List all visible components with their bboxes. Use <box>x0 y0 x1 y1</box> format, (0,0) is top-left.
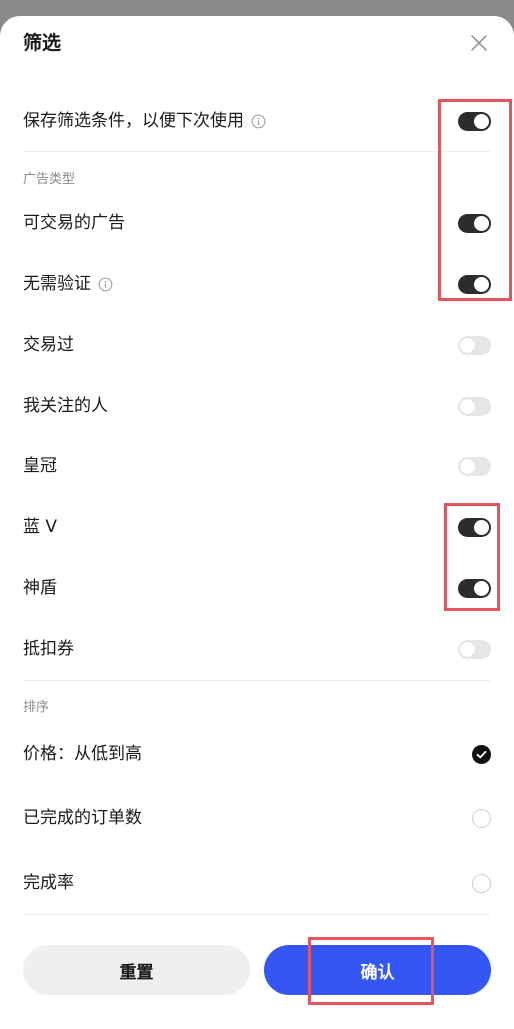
tradable-ads-toggle[interactable] <box>458 213 491 233</box>
ad-type-item-coupon: 抵扣券 <box>23 629 491 669</box>
save-filter-label: 保存筛选条件，以便下次使用 <box>23 111 244 131</box>
sort-section-label: 排序 <box>23 700 50 715</box>
checked-radio-icon[interactable] <box>472 744 491 764</box>
close-icon[interactable] <box>467 31 491 55</box>
save-filter-toggle[interactable] <box>458 111 491 131</box>
divider <box>23 914 491 915</box>
reset-button[interactable]: 重置 <box>23 945 250 995</box>
coupon-toggle[interactable] <box>458 639 491 659</box>
divider <box>23 680 491 681</box>
no-verification-toggle[interactable] <box>458 274 491 294</box>
blue-v-toggle[interactable] <box>458 517 491 537</box>
confirm-button[interactable]: 确认 <box>264 945 491 995</box>
save-filter-row: 保存筛选条件，以便下次使用 <box>23 101 491 141</box>
ad-type-section-label: 广告类型 <box>23 172 76 187</box>
shield-toggle[interactable] <box>458 578 491 598</box>
info-icon[interactable] <box>98 277 113 292</box>
sort-option-completed-orders[interactable]: 已完成的订单数 <box>23 798 491 838</box>
unchecked-radio-icon[interactable] <box>472 873 491 893</box>
sheet-header: 筛选 <box>23 28 491 58</box>
ad-type-item-shield: 神盾 <box>23 568 491 608</box>
sort-option-completion-rate[interactable]: 完成率 <box>23 863 491 903</box>
ad-type-item-tradable: 可交易的广告 <box>23 203 491 243</box>
sheet-title: 筛选 <box>23 32 62 54</box>
following-toggle[interactable] <box>458 396 491 416</box>
no-verification-label: 无需验证 <box>23 274 91 294</box>
sort-option-price-asc[interactable]: 价格：从低到高 <box>23 734 491 774</box>
info-icon[interactable] <box>251 114 266 129</box>
traded-toggle[interactable] <box>458 335 491 355</box>
ad-type-item-crown: 皇冠 <box>23 446 491 486</box>
ad-type-item-blue-v: 蓝 V <box>23 507 491 547</box>
divider <box>23 151 491 152</box>
ad-type-item-no-verification: 无需验证 <box>23 264 491 304</box>
unchecked-radio-icon[interactable] <box>472 808 491 828</box>
ad-type-item-traded: 交易过 <box>23 325 491 365</box>
ad-type-item-following: 我关注的人 <box>23 386 491 426</box>
crown-toggle[interactable] <box>458 456 491 476</box>
